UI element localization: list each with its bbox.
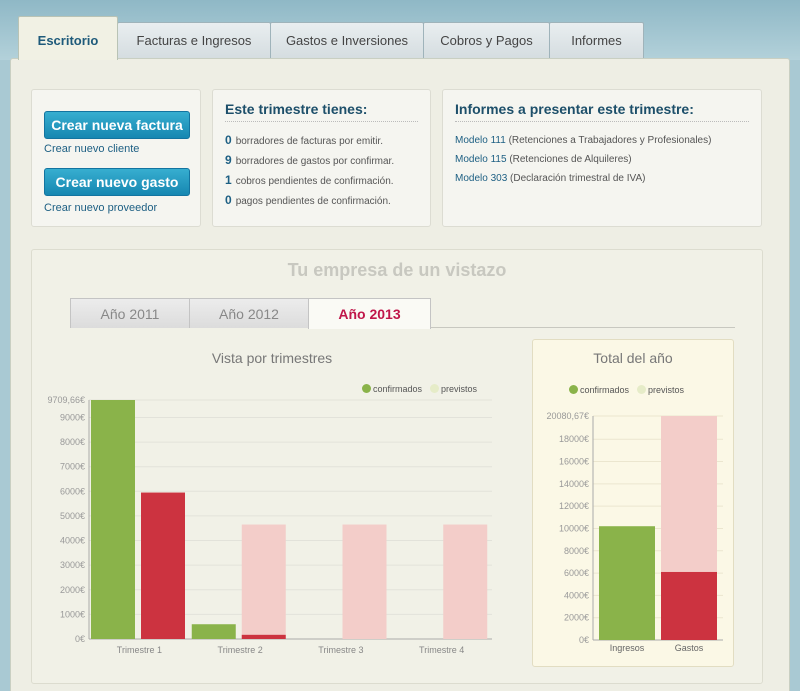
legend-forecast-label: previstos bbox=[648, 385, 685, 395]
bar-expense-forecast bbox=[443, 524, 488, 639]
reports-title: Informes a presentar este trimestre: bbox=[455, 101, 694, 117]
quarter-summary-box: Este trimestre tienes: 0 borradores de fa… bbox=[212, 89, 431, 227]
bar-expense-forecast bbox=[342, 524, 387, 639]
y-tick-label: 1000€ bbox=[60, 609, 85, 619]
year-total-chart: 0€ 2000€ 4000€ 6000€ 8000€ 10000€ 12000€ 14000€… bbox=[546, 411, 723, 653]
bar-expense-confirmed bbox=[141, 492, 185, 639]
overview-panel: Tu empresa de un vistazo Año 2011 Año 20… bbox=[31, 249, 763, 684]
y-tick-label: 20080,67€ bbox=[546, 411, 589, 421]
quarter-item[interactable]: 0 borradores de facturas por emitir. bbox=[225, 133, 383, 147]
x-tick-label: Trimestre 1 bbox=[117, 645, 162, 655]
tab-gastos-inversiones[interactable]: Gastos e Inversiones bbox=[270, 22, 424, 58]
create-expense-button[interactable]: Crear nuevo gasto bbox=[44, 168, 190, 196]
quarter-summary-title: Este trimestre tienes: bbox=[225, 101, 368, 117]
y-tick-label: 14000€ bbox=[559, 479, 589, 489]
x-tick-label: Gastos bbox=[675, 643, 704, 653]
y-tick-label: 9709,66€ bbox=[47, 395, 85, 405]
x-tick-label: Ingresos bbox=[610, 643, 645, 653]
quarter-item-count: 0 bbox=[225, 193, 232, 207]
report-link-115[interactable]: Modelo 115 (Retenciones de Alquileres) bbox=[455, 154, 632, 165]
legend-forecast-swatch bbox=[637, 385, 647, 394]
tab-cobros-pagos[interactable]: Cobros y Pagos bbox=[423, 22, 550, 58]
bar-expense-confirmed bbox=[661, 571, 717, 640]
quarter-item[interactable]: 1 cobros pendientes de confirmación. bbox=[225, 173, 394, 187]
y-tick-label: 6000€ bbox=[564, 568, 589, 578]
y-tick-label: 12000€ bbox=[559, 501, 589, 511]
tab-facturas-ingresos[interactable]: Facturas e Ingresos bbox=[117, 22, 271, 58]
bar-expense-confirmed bbox=[241, 634, 286, 639]
y-tick-label: 4000€ bbox=[60, 536, 85, 546]
year-total-legend: confirmados previstos bbox=[569, 385, 692, 395]
quarter-item-text: borradores de facturas por emitir. bbox=[235, 136, 383, 147]
x-tick-label: Trimestre 2 bbox=[218, 645, 263, 655]
quick-actions-box: Crear nueva factura Crear nuevo cliente … bbox=[31, 89, 201, 227]
bar-expense-forecast bbox=[241, 524, 286, 639]
divider bbox=[225, 121, 418, 122]
tab-year-2011[interactable]: Año 2011 bbox=[70, 298, 190, 328]
tab-informes[interactable]: Informes bbox=[549, 22, 644, 58]
quarters-chart-title: Vista por trimestres bbox=[211, 350, 333, 366]
legend-confirmed-swatch bbox=[362, 384, 371, 393]
tab-year-2013[interactable]: Año 2013 bbox=[308, 298, 431, 329]
bar-expense-forecast bbox=[661, 416, 717, 572]
bar-income-confirmed bbox=[191, 624, 236, 639]
create-invoice-button[interactable]: Crear nueva factura bbox=[44, 111, 190, 139]
create-supplier-link[interactable]: Crear nuevo proveedor bbox=[44, 202, 157, 214]
year-total-title: Total del año bbox=[593, 350, 673, 366]
create-client-link[interactable]: Crear nuevo cliente bbox=[44, 143, 139, 155]
y-tick-label: 2000€ bbox=[564, 613, 589, 623]
x-tick-label: Trimestre 3 bbox=[318, 645, 363, 655]
y-tick-label: 0€ bbox=[579, 635, 589, 645]
divider bbox=[455, 121, 749, 122]
y-tick-label: 18000€ bbox=[559, 434, 589, 444]
y-tick-label: 4000€ bbox=[564, 590, 589, 600]
legend-confirmed-label: confirmados bbox=[580, 385, 630, 395]
quarter-item-text: borradores de gastos por confirmar. bbox=[235, 156, 395, 167]
x-tick-label: Trimestre 4 bbox=[419, 645, 464, 655]
y-tick-label: 6000€ bbox=[60, 486, 85, 496]
y-tick-label: 7000€ bbox=[60, 462, 85, 472]
report-link-111[interactable]: Modelo 111 (Retenciones a Trabajadores y… bbox=[455, 135, 711, 146]
quarter-item-text: pagos pendientes de confirmación. bbox=[235, 196, 391, 207]
quarter-item-count: 9 bbox=[225, 153, 232, 167]
y-tick-label: 10000€ bbox=[559, 523, 589, 533]
quarter-item-count: 0 bbox=[225, 133, 232, 147]
year-total-box: Total del año confirmados previstos 0€ 200… bbox=[532, 339, 734, 667]
bar-income-confirmed bbox=[599, 526, 655, 640]
y-tick-label: 9000€ bbox=[60, 412, 85, 422]
quarter-item-text: cobros pendientes de confirmación. bbox=[235, 176, 394, 187]
quarter-item[interactable]: 9 borradores de gastos por confirmar. bbox=[225, 153, 394, 167]
reports-box: Informes a presentar este trimestre: Mod… bbox=[442, 89, 762, 227]
y-tick-label: 8000€ bbox=[60, 437, 85, 447]
legend-confirmed-swatch bbox=[569, 385, 578, 394]
tab-escritorio[interactable]: Escritorio bbox=[18, 16, 118, 60]
y-tick-label: 3000€ bbox=[60, 560, 85, 570]
y-tick-label: 2000€ bbox=[60, 585, 85, 595]
bar-income-confirmed bbox=[91, 400, 135, 639]
legend-forecast-swatch bbox=[430, 384, 440, 393]
y-tick-label: 16000€ bbox=[559, 457, 589, 467]
overview-title: Tu empresa de un vistazo bbox=[287, 260, 507, 280]
quarters-chart: 0€ 1000€ 2000€ 3000€ 4000€ 5000€ 6000€ 7000€ 800… bbox=[47, 395, 492, 655]
y-tick-label: 0€ bbox=[75, 634, 85, 644]
quarter-item-count: 1 bbox=[225, 173, 232, 187]
y-tick-label: 8000€ bbox=[564, 546, 589, 556]
report-link-303[interactable]: Modelo 303 (Declaración trimestral de IV… bbox=[455, 173, 645, 184]
main-tabs: Escritorio Facturas e Ingresos Gastos e … bbox=[18, 16, 658, 60]
legend-forecast-label: previstos bbox=[441, 384, 478, 394]
y-tick-label: 5000€ bbox=[60, 511, 85, 521]
quarter-item[interactable]: 0 pagos pendientes de confirmación. bbox=[225, 193, 391, 207]
tab-year-2012[interactable]: Año 2012 bbox=[189, 298, 309, 328]
legend-confirmed-label: confirmados bbox=[373, 384, 423, 394]
quarters-legend: confirmados previstos bbox=[362, 384, 485, 394]
